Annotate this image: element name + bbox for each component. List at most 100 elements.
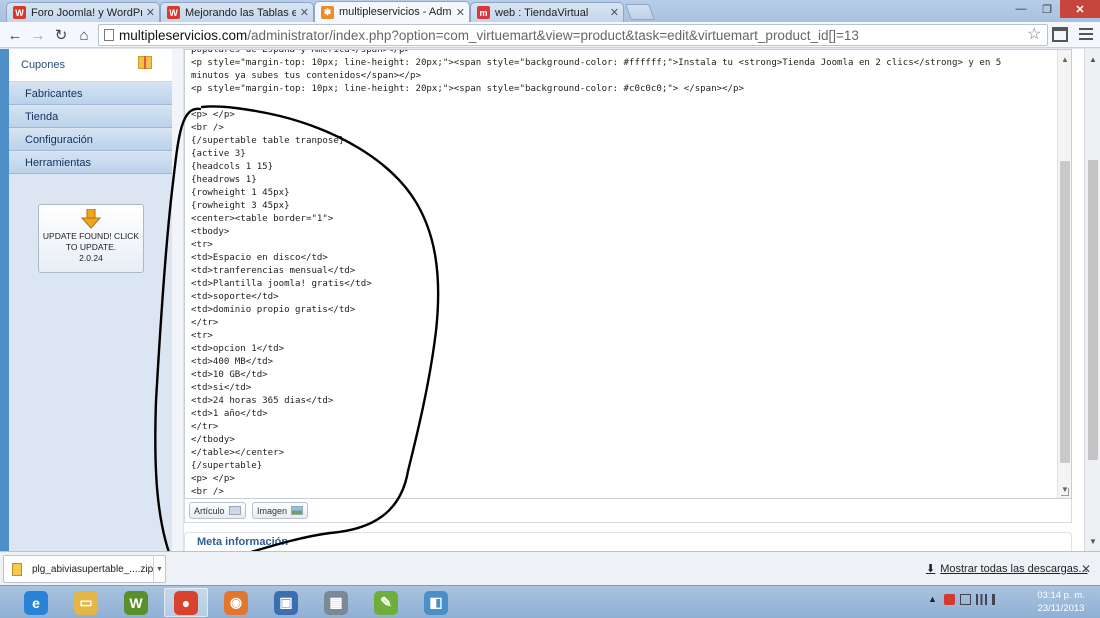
taskbar-app-remote-desktop[interactable]: ▣ xyxy=(264,588,308,617)
url-host: multipleservicios.com xyxy=(119,27,248,43)
close-shelf-icon[interactable]: ✕ xyxy=(1081,562,1091,576)
windows-taskbar: e ▭ W ● ◉ ▣ ▦ ✎ ◧ ▲ 03:14 p. m. 23/11/2013 xyxy=(0,585,1100,618)
editor-scrollbar[interactable]: ▲ ▼ xyxy=(1057,50,1071,498)
home-icon[interactable]: ⌂ xyxy=(74,25,94,45)
code-line: populares de España y América</span></p> xyxy=(191,50,410,55)
close-tab-icon[interactable]: ✕ xyxy=(456,6,465,19)
forward-arrow-icon[interactable]: → xyxy=(28,25,48,45)
scroll-up-icon[interactable]: ▲ xyxy=(1085,52,1100,66)
back-arrow-icon[interactable]: ← xyxy=(5,25,25,45)
sidebar-item-label: Fabricantes xyxy=(25,87,83,100)
notepad-plus-icon: ✎ xyxy=(374,590,398,615)
address-bar[interactable]: multipleservicios.com/administrator/inde… xyxy=(98,24,1048,46)
show-all-label: Mostrar todas las descargas... xyxy=(940,562,1088,575)
sidebar-item-label: Cupones xyxy=(21,59,66,71)
flag-tray-icon[interactable] xyxy=(960,594,971,605)
close-tab-icon[interactable]: ✕ xyxy=(146,6,155,19)
wordpress-favicon-icon: W xyxy=(13,6,26,19)
download-filename: plg_abiviasupertable_....zip xyxy=(32,563,154,575)
system-tray: ▲ xyxy=(928,594,1003,605)
taskbar-app-notepad-plus[interactable]: ✎ xyxy=(364,588,408,617)
volume-icon[interactable] xyxy=(992,594,1003,605)
taskbar-app-internet-explorer[interactable]: e xyxy=(14,588,58,617)
hand-drawn-annotation xyxy=(154,105,440,568)
sidebar-item-fabricantes[interactable]: Fabricantes xyxy=(9,83,172,105)
download-menu-caret-icon[interactable]: ▼ xyxy=(153,556,165,582)
tab-title: web : TiendaVirtual xyxy=(495,6,589,19)
close-tab-icon[interactable]: ✕ xyxy=(300,6,309,19)
update-text-line2: TO UPDATE. xyxy=(65,242,117,252)
code-line: <p style="margin-top: 10px; line-height:… xyxy=(191,58,1002,68)
firefox-icon: ◉ xyxy=(224,590,248,615)
reload-icon[interactable]: ↻ xyxy=(51,25,71,45)
clock-time: 03:14 p. m. xyxy=(1037,590,1085,601)
tab-tienda-virtual[interactable]: m web : TiendaVirtual ✕ xyxy=(470,2,624,22)
remote-desktop-icon: ▣ xyxy=(274,590,298,615)
tab-foro-joomla[interactable]: W Foro Joomla! y WordPress ✕ xyxy=(6,2,160,22)
bookmark-star-icon[interactable]: ☆ xyxy=(1027,24,1041,44)
sidebar-item-configuracion[interactable]: Configuración xyxy=(9,129,172,151)
show-all-downloads-link[interactable]: ⬇ Mostrar todas las descargas... xyxy=(926,562,1088,576)
scroll-up-icon[interactable]: ▲ xyxy=(1058,52,1072,66)
security-tray-icon[interactable] xyxy=(944,594,955,605)
page-viewport: Cupones Fabricantes Tienda Configuración… xyxy=(0,49,1100,568)
m-favicon-icon: m xyxy=(477,6,490,19)
page-scroll-thumb[interactable] xyxy=(1088,160,1098,460)
download-arrow-icon: ⬇ xyxy=(926,563,936,575)
tab-title: Mejorando las Tablas en a xyxy=(185,6,296,19)
taskbar-app-notepad[interactable]: ◧ xyxy=(414,588,458,617)
hamburger-menu-icon[interactable] xyxy=(1079,28,1093,43)
code-line: <p style="margin-top: 10px; line-height:… xyxy=(191,84,744,94)
calculator-icon: ▦ xyxy=(324,590,348,615)
tab-mejorando-tablas[interactable]: W Mejorando las Tablas en a ✕ xyxy=(160,2,314,22)
update-found-button[interactable]: UPDATE FOUND! CLICK TO UPDATE. 2.0.24 xyxy=(38,204,144,273)
taskbar-clock[interactable]: 03:14 p. m. 23/11/2013 xyxy=(1030,589,1092,615)
screen: W Foro Joomla! y WordPress ✕ W Mejorando… xyxy=(0,0,1100,618)
url-path: /administrator/index.php?option=com_virt… xyxy=(247,27,859,43)
internet-explorer-icon: e xyxy=(24,590,48,615)
file-explorer-icon: ▭ xyxy=(74,590,98,615)
zip-file-icon xyxy=(12,562,22,576)
new-tab-button[interactable] xyxy=(625,4,655,20)
update-text-line1: UPDATE FOUND! CLICK xyxy=(42,231,140,241)
tray-chevron-icon[interactable]: ▲ xyxy=(928,594,939,605)
restore-icon[interactable]: ❐ xyxy=(1034,0,1060,18)
resize-grip-icon[interactable] xyxy=(1061,488,1069,496)
wordpress-favicon-icon: W xyxy=(167,6,180,19)
browser-toolbar: ← → ↻ ⌂ multipleservicios.com/administra… xyxy=(0,22,1100,48)
editor-scroll-thumb[interactable] xyxy=(1060,161,1070,463)
tab-title: multipleservicios - Admin xyxy=(339,6,452,18)
minimize-icon[interactable]: — xyxy=(1008,0,1034,18)
sidebar-item-cupones[interactable]: Cupones xyxy=(9,49,172,82)
notepad-icon: ◧ xyxy=(424,590,448,615)
wamp-server-icon: W xyxy=(124,590,148,615)
sidebar-item-label: Herramientas xyxy=(25,156,92,169)
gift-icon xyxy=(138,56,152,69)
sidebar-item-label: Configuración xyxy=(25,133,93,146)
taskbar-app-firefox[interactable]: ◉ xyxy=(214,588,258,617)
tab-multipleservicios[interactable]: ✱ multipleservicios - Admin ✕ xyxy=(314,1,470,22)
update-version: 2.0.24 xyxy=(79,253,103,263)
close-tab-icon[interactable]: ✕ xyxy=(610,6,619,19)
sidebar-item-herramientas[interactable]: Herramientas xyxy=(9,152,172,174)
sidebar-item-label: Tienda xyxy=(25,110,59,123)
sidebar-item-tienda[interactable]: Tienda xyxy=(9,106,172,128)
tab-strip: W Foro Joomla! y WordPress ✕ W Mejorando… xyxy=(0,0,1100,22)
chrome-icon: ● xyxy=(174,590,198,615)
download-shelf: plg_abiviasupertable_....zip ▼ ⬇ Mostrar… xyxy=(0,551,1100,585)
page-icon xyxy=(104,29,114,41)
taskbar-app-wamp-server[interactable]: W xyxy=(114,588,158,617)
tab-title: Foro Joomla! y WordPress xyxy=(31,6,142,19)
close-window-icon[interactable]: ✕ xyxy=(1060,0,1100,18)
download-item[interactable]: plg_abiviasupertable_....zip ▼ xyxy=(3,555,166,583)
taskbar-app-chrome[interactable]: ● xyxy=(164,588,208,617)
page-scrollbar[interactable]: ▲ ▼ xyxy=(1084,49,1100,551)
download-arrow-icon xyxy=(80,209,102,229)
taskbar-app-file-explorer[interactable]: ▭ xyxy=(64,588,108,617)
extension-icon[interactable] xyxy=(1052,27,1068,42)
window-controls: — ❐ ✕ xyxy=(1008,0,1100,18)
taskbar-app-calculator[interactable]: ▦ xyxy=(314,588,358,617)
scroll-down-icon[interactable]: ▼ xyxy=(1085,534,1100,548)
network-icon[interactable] xyxy=(976,594,987,605)
clock-date: 23/11/2013 xyxy=(1037,603,1085,614)
